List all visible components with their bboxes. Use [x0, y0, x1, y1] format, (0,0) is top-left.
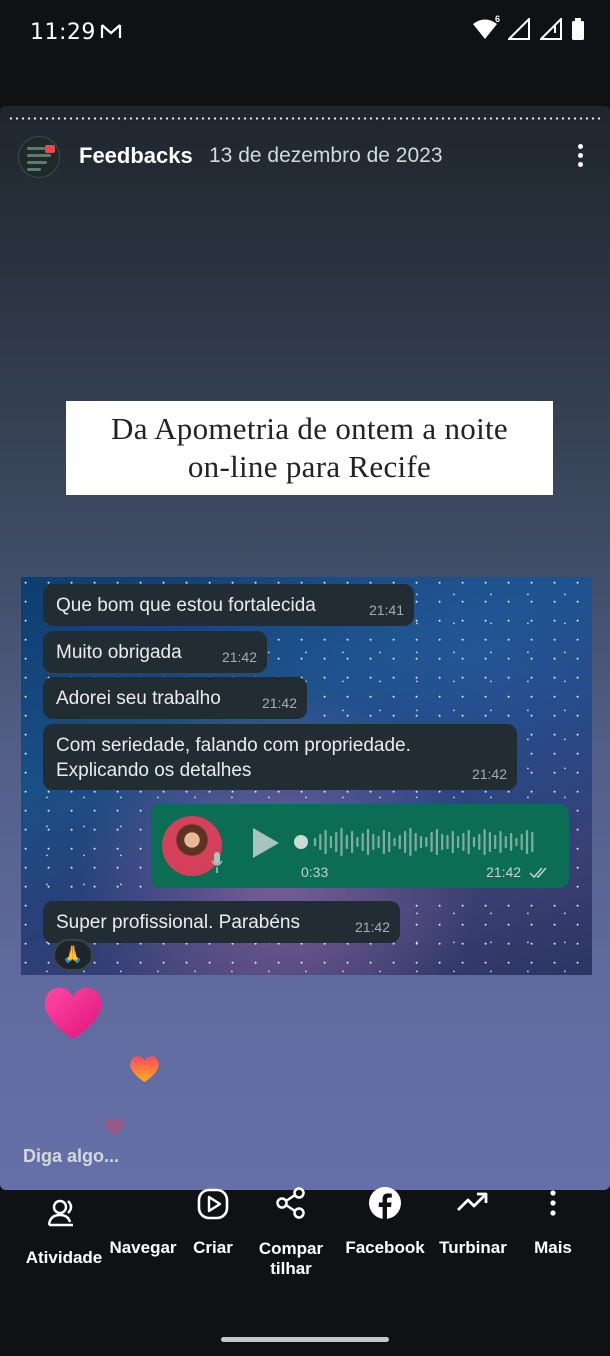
chat-message: Adorei seu trabalho 21:42: [43, 677, 307, 719]
message-text-line-2: Explicando os detalhes: [56, 760, 252, 781]
gmail-icon: [100, 24, 122, 38]
action-turbinar[interactable]: Turbinar: [432, 1190, 514, 1260]
story-action-bar: Atividade Navegar Criar Compar tilhar Fa…: [0, 1187, 610, 1356]
status-bar: 11:29 6: [0, 0, 610, 68]
read-checkmarks-icon: [529, 867, 547, 879]
facebook-icon: [369, 1187, 401, 1219]
audio-duration: 0:33: [301, 864, 329, 880]
play-icon: [253, 828, 279, 858]
audio-time: 21:42: [486, 864, 551, 880]
voice-message: 0:33 21:42: [151, 804, 569, 888]
share-icon: [276, 1187, 305, 1219]
story-progress-bar: [8, 117, 602, 120]
microphone-icon: [211, 852, 223, 873]
message-text: Muito obrigada: [56, 642, 182, 663]
action-label-line-2: tilhar: [270, 1259, 312, 1278]
heart-reaction-icon: [44, 987, 102, 1039]
reply-input[interactable]: Diga algo...: [23, 1146, 119, 1167]
action-label: Atividade: [25, 1248, 103, 1267]
story-date: 13 de dezembro de 2023: [209, 144, 443, 167]
message-time: 21:42: [221, 649, 257, 665]
audio-time-text: 21:42: [486, 864, 522, 880]
story-card[interactable]: Feedbacks 13 de dezembro de 2023 Da Apom…: [0, 106, 610, 1190]
message-time: 21:42: [261, 695, 297, 711]
heart-reaction-icon: [104, 1118, 124, 1136]
action-atividade[interactable]: Atividade: [16, 1190, 112, 1280]
battery-icon: [572, 18, 584, 40]
message-text: Super profissional. Parabéns: [56, 912, 300, 933]
home-indicator[interactable]: [221, 1337, 389, 1342]
status-icons: 6: [472, 14, 584, 40]
message-time: 21:42: [471, 766, 507, 782]
caption-line-1: Da Apometria de ontem a noite: [111, 411, 508, 446]
message-text: Que bom que estou fortalecida: [56, 595, 316, 616]
story-header: Feedbacks 13 de dezembro de 2023: [18, 136, 592, 178]
action-label: Criar: [193, 1238, 233, 1257]
action-facebook[interactable]: Facebook: [340, 1187, 430, 1260]
chat-message: Com seriedade, falando com propriedade. …: [43, 724, 517, 790]
message-time: 21:41: [368, 602, 404, 618]
chat-message: Super profissional. Parabéns 21:42: [43, 901, 400, 943]
audio-waveform: [294, 827, 534, 857]
wifi-icon: 6: [472, 14, 500, 40]
boost-trend-icon: [457, 1192, 488, 1211]
wifi-badge: 6: [494, 14, 500, 24]
action-mais[interactable]: Mais: [524, 1190, 582, 1260]
caption-line-2: on-line para Recife: [187, 449, 432, 484]
signal-icon: [508, 18, 530, 40]
chat-message: Muito obrigada 21:42: [43, 631, 267, 673]
action-navegar[interactable]: Navegar: [104, 1190, 182, 1260]
message-time: 21:42: [354, 919, 390, 935]
activity-icon: [47, 1199, 73, 1227]
page-avatar[interactable]: [18, 136, 60, 178]
page-name[interactable]: Feedbacks: [79, 143, 193, 169]
action-label-line-1: Compar: [258, 1239, 324, 1258]
action-label: Mais: [534, 1238, 572, 1257]
action-label: Turbinar: [439, 1238, 507, 1257]
more-vertical-icon: [550, 1190, 556, 1216]
chat-message: Que bom que estou fortalecida 21:41: [43, 584, 414, 626]
action-label: Navegar: [109, 1238, 177, 1257]
action-criar[interactable]: Criar: [183, 1188, 243, 1260]
reaction-emoji: 🙏: [53, 939, 93, 971]
action-compartilhar[interactable]: Compar tilhar: [248, 1187, 334, 1280]
create-play-icon: [197, 1188, 229, 1220]
signal-nodata-icon: [540, 18, 562, 40]
message-text-line-1: Com seriedade, falando com propriedade.: [56, 735, 411, 756]
status-time: 11:29: [30, 20, 96, 45]
chat-screenshot: Que bom que estou fortalecida 21:41 Muit…: [21, 577, 592, 975]
story-caption: Da Apometria de ontem a noite on-line pa…: [66, 401, 553, 495]
action-label: Facebook: [345, 1238, 425, 1257]
message-text: Adorei seu trabalho: [56, 688, 221, 709]
story-options-icon[interactable]: [568, 140, 592, 170]
heart-reaction-icon: [130, 1056, 159, 1082]
